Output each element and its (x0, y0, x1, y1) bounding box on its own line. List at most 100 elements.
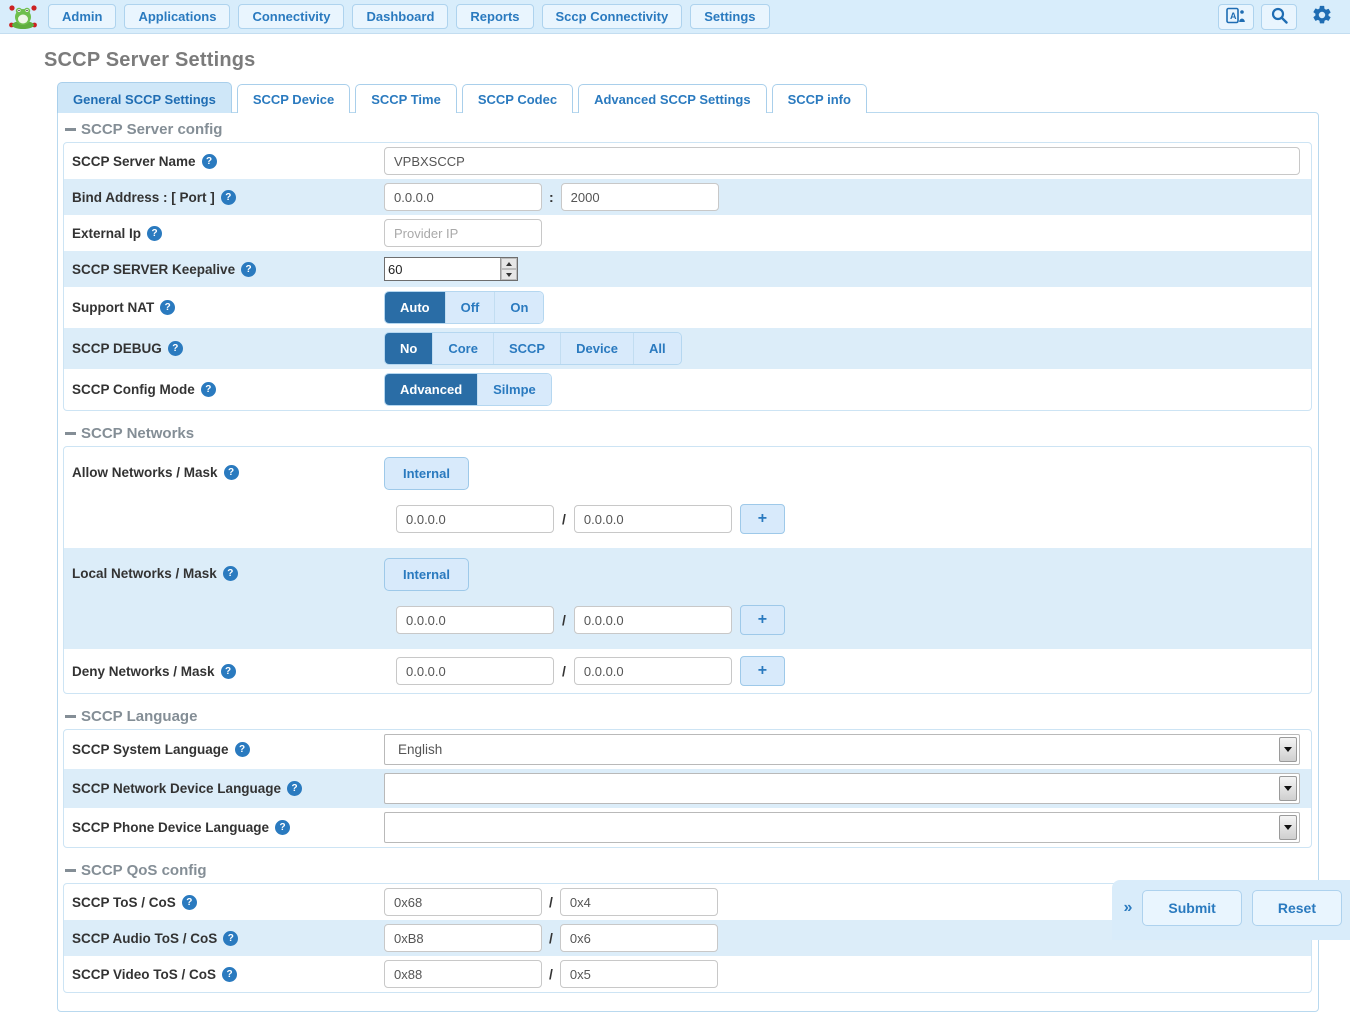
action-bar: » Submit Reset (1112, 880, 1350, 940)
row-sccp-debug: SCCP DEBUG ? No Core SCCP Device All (64, 328, 1311, 369)
row-system-language: SCCP System Language ? English (64, 730, 1311, 769)
nav-item-applications[interactable]: Applications (124, 4, 230, 29)
nav-item-admin[interactable]: Admin (48, 4, 116, 29)
system-language-select[interactable]: English (384, 734, 1300, 765)
section-header-language[interactable]: SCCP Language (63, 702, 1312, 729)
bind-port-input[interactable] (561, 183, 719, 211)
tab-general-sccp-settings[interactable]: General SCCP Settings (57, 82, 232, 113)
tab-sccp-codec[interactable]: SCCP Codec (462, 84, 573, 113)
deny-network-input[interactable] (396, 657, 554, 685)
double-chevron-right-icon[interactable]: » (1124, 899, 1133, 917)
settings-gear-button[interactable] (1304, 4, 1340, 30)
sccp-tos-input[interactable] (384, 888, 542, 916)
section-header-networks[interactable]: SCCP Networks (63, 419, 1312, 446)
row-server-name: SCCP Server Name ? (64, 143, 1311, 179)
row-network-device-language: SCCP Network Device Language ? (64, 769, 1311, 808)
nav-right-icons: A (1218, 4, 1340, 30)
config-mode-simple-button[interactable]: Silmpe (477, 374, 551, 405)
row-phone-device-language: SCCP Phone Device Language ? (64, 808, 1311, 847)
video-cos-input[interactable] (560, 960, 718, 988)
debug-sccp-button[interactable]: SCCP (493, 333, 560, 364)
help-icon[interactable]: ? (201, 382, 216, 397)
audio-tos-input[interactable] (384, 924, 542, 952)
allow-internal-button[interactable]: Internal (384, 457, 469, 490)
debug-device-button[interactable]: Device (560, 333, 633, 364)
row-config-mode: SCCP Config Mode ? Advanced Silmpe (64, 369, 1311, 410)
row-allow-networks: Allow Networks / Mask ? Internal / + (64, 447, 1311, 548)
tab-sccp-time[interactable]: SCCP Time (355, 84, 457, 113)
support-nat-off-button[interactable]: Off (445, 292, 495, 323)
help-icon[interactable]: ? (182, 895, 197, 910)
reset-button[interactable]: Reset (1252, 890, 1342, 926)
page-title: SCCP Server Settings (44, 49, 1350, 72)
local-network-input[interactable] (396, 606, 554, 634)
nav-item-reports[interactable]: Reports (456, 4, 533, 29)
panel-server-config: SCCP Server Name ? Bind Address : [ Port… (63, 142, 1312, 411)
help-icon[interactable]: ? (222, 967, 237, 982)
help-icon[interactable]: ? (287, 781, 302, 796)
allow-network-input[interactable] (396, 505, 554, 533)
debug-all-button[interactable]: All (633, 333, 681, 364)
help-icon[interactable]: ? (147, 226, 162, 241)
nav-item-settings[interactable]: Settings (690, 4, 769, 29)
allow-mask-input[interactable] (574, 505, 732, 533)
debug-no-button[interactable]: No (385, 333, 432, 364)
help-icon[interactable]: ? (275, 820, 290, 835)
external-ip-input[interactable] (384, 219, 542, 247)
colon-separator: : (549, 189, 554, 205)
audio-cos-input[interactable] (560, 924, 718, 952)
help-icon[interactable]: ? (241, 262, 256, 277)
top-nav: Admin Applications Connectivity Dashboar… (0, 0, 1350, 34)
deny-mask-input[interactable] (574, 657, 732, 685)
collapse-minus-icon (65, 432, 76, 435)
help-icon[interactable]: ? (221, 190, 236, 205)
phone-device-language-select[interactable] (384, 812, 1300, 843)
help-icon[interactable]: ? (235, 742, 250, 757)
sccp-cos-input[interactable] (560, 888, 718, 916)
collapse-minus-icon (65, 869, 76, 872)
local-internal-button[interactable]: Internal (384, 558, 469, 591)
tab-sccp-device[interactable]: SCCP Device (237, 84, 350, 113)
section-header-qos[interactable]: SCCP QoS config (63, 856, 1312, 883)
network-device-language-select[interactable] (384, 773, 1300, 804)
search-button[interactable] (1261, 4, 1297, 30)
help-icon[interactable]: ? (223, 931, 238, 946)
row-deny-networks: Deny Networks / Mask ? / + (64, 649, 1311, 693)
server-name-input[interactable] (384, 147, 1300, 175)
search-icon (1271, 7, 1288, 27)
panel-language: SCCP System Language ? English SCCP Netw… (63, 729, 1312, 848)
tab-advanced-sccp-settings[interactable]: Advanced SCCP Settings (578, 84, 767, 113)
frog-logo[interactable] (6, 3, 40, 31)
section-header-server-config[interactable]: SCCP Server config (63, 115, 1312, 142)
keepalive-stepper (384, 257, 518, 281)
language-button[interactable]: A (1218, 4, 1254, 30)
stepper-down-button[interactable] (501, 269, 517, 280)
debug-core-button[interactable]: Core (432, 333, 493, 364)
video-tos-input[interactable] (384, 960, 542, 988)
deny-add-button[interactable]: + (740, 656, 785, 686)
help-icon[interactable]: ? (224, 465, 239, 480)
stepper-up-button[interactable] (501, 258, 517, 269)
allow-add-button[interactable]: + (740, 504, 785, 534)
help-icon[interactable]: ? (202, 154, 217, 169)
help-icon[interactable]: ? (168, 341, 183, 356)
help-icon[interactable]: ? (221, 664, 236, 679)
config-mode-label: SCCP Config Mode (72, 382, 195, 397)
submit-button[interactable]: Submit (1142, 890, 1241, 926)
nav-item-dashboard[interactable]: Dashboard (352, 4, 448, 29)
help-icon[interactable]: ? (160, 300, 175, 315)
up-arrow-icon (506, 262, 512, 266)
slash-separator: / (549, 966, 553, 982)
keepalive-input[interactable] (385, 258, 500, 280)
config-mode-advanced-button[interactable]: Advanced (385, 374, 477, 405)
nav-item-sccp-connectivity[interactable]: Sccp Connectivity (542, 4, 683, 29)
nav-item-connectivity[interactable]: Connectivity (238, 4, 344, 29)
bind-address-input[interactable] (384, 183, 542, 211)
local-add-button[interactable]: + (740, 605, 785, 635)
support-nat-auto-button[interactable]: Auto (385, 292, 445, 323)
support-nat-on-button[interactable]: On (494, 292, 543, 323)
local-mask-input[interactable] (574, 606, 732, 634)
help-icon[interactable]: ? (223, 566, 238, 581)
tab-sccp-info[interactable]: SCCP info (772, 84, 867, 113)
collapse-minus-icon (65, 128, 76, 131)
